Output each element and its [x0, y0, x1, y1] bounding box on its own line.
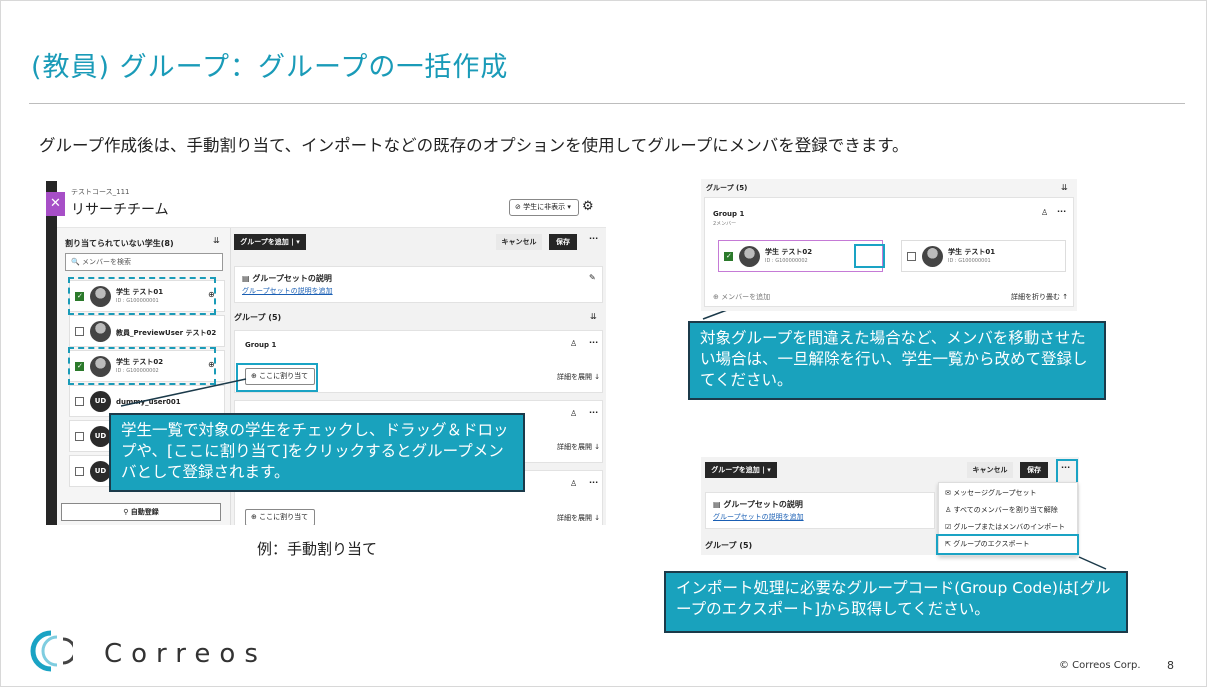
copyright: © Correos Corp.	[1059, 660, 1141, 671]
member-id: ID : G100000001	[948, 258, 991, 264]
page-number: 8	[1167, 659, 1174, 672]
correos-logo-icon	[30, 630, 73, 672]
more-options-icon[interactable]: ···	[1057, 207, 1066, 216]
menu-item-import[interactable]: ☑ グループまたはメンバのインポート	[945, 522, 1065, 532]
callout-move-member: 対象グループを間違えた場合など、メンバを移動させたい場合は、一旦解除を行い、学生…	[688, 321, 1106, 400]
caption: 例：手動割り当て	[257, 540, 378, 558]
connector-left	[120, 378, 247, 407]
add-member-link[interactable]: ⊕ メンバーを追加	[713, 292, 770, 302]
mail-icon: ✉	[945, 489, 954, 497]
group-name: Group 1	[713, 210, 745, 218]
save-button[interactable]: 保存	[1020, 462, 1048, 478]
highlight-unassign-icon	[854, 244, 885, 268]
connector-right-bottom	[1078, 556, 1107, 570]
groupset-description-card: ▤ グループセットの説明 グループセットの説明を追加	[705, 492, 935, 529]
export-menu-screenshot: グループを追加 | ▾ キャンセル 保存 ··· ▤ グループセットの説明 グル…	[701, 457, 1079, 556]
collapse-label: 詳細を折り畳む	[1011, 293, 1060, 301]
user-icon[interactable]: ♙	[1041, 208, 1048, 217]
member-count: 2メンバー	[713, 221, 737, 227]
member-row[interactable]: 学生 テスト01 ID : G100000001	[901, 240, 1066, 272]
cancel-button[interactable]: キャンセル	[967, 462, 1013, 478]
member-name: 学生 テスト01	[948, 248, 996, 256]
avatar	[739, 246, 760, 267]
menu-item-message-groupset[interactable]: ✉ メッセージグループセット	[945, 488, 1037, 498]
user-icon: ♙	[945, 506, 954, 514]
menu-item-label: すべてのメンバーを割り当て解除	[953, 506, 1058, 514]
groups-header: グループ (5)	[706, 184, 748, 192]
add-group-button[interactable]: グループを追加 | ▾	[705, 462, 777, 478]
groupset-desc-link[interactable]: グループセットの説明を追加	[713, 512, 804, 522]
member-name: 学生 テスト02	[765, 248, 813, 256]
group-card: Group 1 2メンバー ♙ ··· 学生 テスト02 ID : G10000…	[704, 197, 1074, 307]
slide: (教員) グループ：グループの一括作成 グループ作成後は、手動割り当て、インポー…	[0, 0, 1207, 687]
menu-item-label: メッセージグループセット	[953, 489, 1037, 497]
doc-icon: ▤	[713, 500, 724, 509]
add-group-label: グループを追加	[711, 466, 760, 474]
groupset-desc-label: グループセットの説明	[723, 500, 803, 509]
groups-header: グループ (5)	[705, 541, 753, 550]
menu-item-unassign-all[interactable]: ♙ すべてのメンバーを割り当て解除	[945, 505, 1058, 515]
import-icon: ☑	[945, 523, 954, 531]
add-circle-icon: ⊕	[713, 293, 722, 301]
callout-export: インポート処理に必要なグループコード(Group Code)は[グループのエクス…	[664, 571, 1128, 633]
highlight-export	[936, 534, 1079, 555]
avatar	[922, 246, 943, 267]
member-id: ID : G100000002	[765, 258, 808, 264]
menu-item-label: グループまたはメンバのインポート	[953, 523, 1066, 531]
correos-logo-text: Correos	[104, 639, 267, 669]
add-member-label: メンバーを追加	[721, 293, 771, 301]
member-checkbox[interactable]	[907, 252, 916, 261]
groupset-desc-title: ▤ グループセットの説明	[713, 499, 803, 510]
callout-manual-assign: 学生一覧で対象の学生をチェックし、ドラッグ＆ドロップや、[ここに割り当て]をクリ…	[109, 413, 525, 492]
member-checkbox[interactable]	[724, 252, 733, 261]
group-members-screenshot: グループ (5) ⇊ Group 1 2メンバー ♙ ··· 学生 テスト02 …	[701, 179, 1077, 311]
sort-icon[interactable]: ⇊	[1061, 183, 1068, 192]
collapse-details-link[interactable]: 詳細を折り畳む ↑	[1011, 292, 1068, 302]
